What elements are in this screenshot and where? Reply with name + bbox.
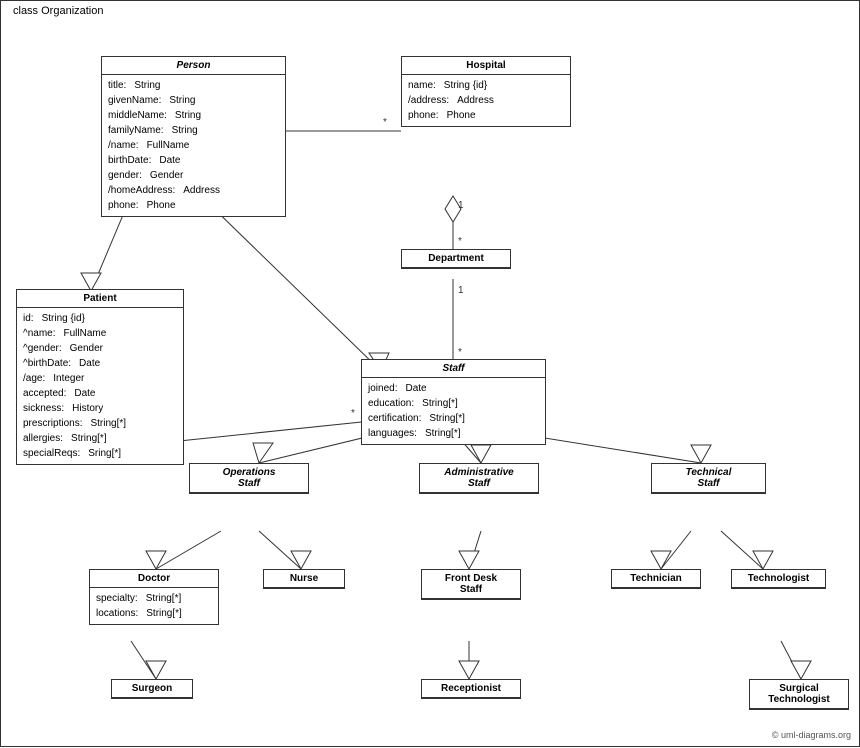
doctor-class: Doctor specialty:String[*] locations:Str… <box>89 569 219 625</box>
diagram-container: class Organization * * 1 * 1 * * * <box>0 0 860 747</box>
svg-text:*: * <box>383 117 387 128</box>
surgical-technologist-class-name: SurgicalTechnologist <box>750 680 848 709</box>
technical-staff-class: TechnicalStaff <box>651 463 766 494</box>
person-class-name: Person <box>102 57 285 75</box>
department-class: Department <box>401 249 511 269</box>
surgical-technologist-class: SurgicalTechnologist <box>749 679 849 710</box>
technologist-class: Technologist <box>731 569 826 589</box>
svg-text:*: * <box>351 408 355 419</box>
operations-staff-class: OperationsStaff <box>189 463 309 494</box>
receptionist-class-name: Receptionist <box>422 680 520 698</box>
patient-class-name: Patient <box>17 290 183 308</box>
surgeon-class-name: Surgeon <box>112 680 192 698</box>
hospital-class-attrs: name:String {id} /address:Address phone:… <box>402 75 570 126</box>
staff-class: Staff joined:Date education:String[*] ce… <box>361 359 546 445</box>
svg-text:1: 1 <box>458 200 464 211</box>
svg-text:*: * <box>458 236 462 247</box>
svg-text:1: 1 <box>458 285 464 296</box>
administrative-staff-class: AdministrativeStaff <box>419 463 539 494</box>
receptionist-class: Receptionist <box>421 679 521 699</box>
patient-class-attrs: id:String {id} ^name:FullName ^gender:Ge… <box>17 308 183 464</box>
staff-class-name: Staff <box>362 360 545 378</box>
diagram-title: class Organization <box>9 5 108 17</box>
nurse-class-name: Nurse <box>264 570 344 588</box>
administrative-staff-class-name: AdministrativeStaff <box>420 464 538 493</box>
nurse-class: Nurse <box>263 569 345 589</box>
hospital-class-name: Hospital <box>402 57 570 75</box>
department-class-name: Department <box>402 250 510 268</box>
person-class-attrs: title:String givenName:String middleName… <box>102 75 285 216</box>
hospital-class: Hospital name:String {id} /address:Addre… <box>401 56 571 127</box>
technical-staff-class-name: TechnicalStaff <box>652 464 765 493</box>
front-desk-staff-class: Front DeskStaff <box>421 569 521 600</box>
doctor-class-name: Doctor <box>90 570 218 588</box>
operations-staff-class-name: OperationsStaff <box>190 464 308 493</box>
front-desk-staff-class-name: Front DeskStaff <box>422 570 520 599</box>
technician-class-name: Technician <box>612 570 700 588</box>
patient-class: Patient id:String {id} ^name:FullName ^g… <box>16 289 184 465</box>
staff-class-attrs: joined:Date education:String[*] certific… <box>362 378 545 444</box>
svg-text:*: * <box>458 347 462 358</box>
technician-class: Technician <box>611 569 701 589</box>
surgeon-class: Surgeon <box>111 679 193 699</box>
technologist-class-name: Technologist <box>732 570 825 588</box>
copyright: © uml-diagrams.org <box>772 730 851 740</box>
doctor-class-attrs: specialty:String[*] locations:String[*] <box>90 588 218 624</box>
person-class: Person title:String givenName:String mid… <box>101 56 286 217</box>
